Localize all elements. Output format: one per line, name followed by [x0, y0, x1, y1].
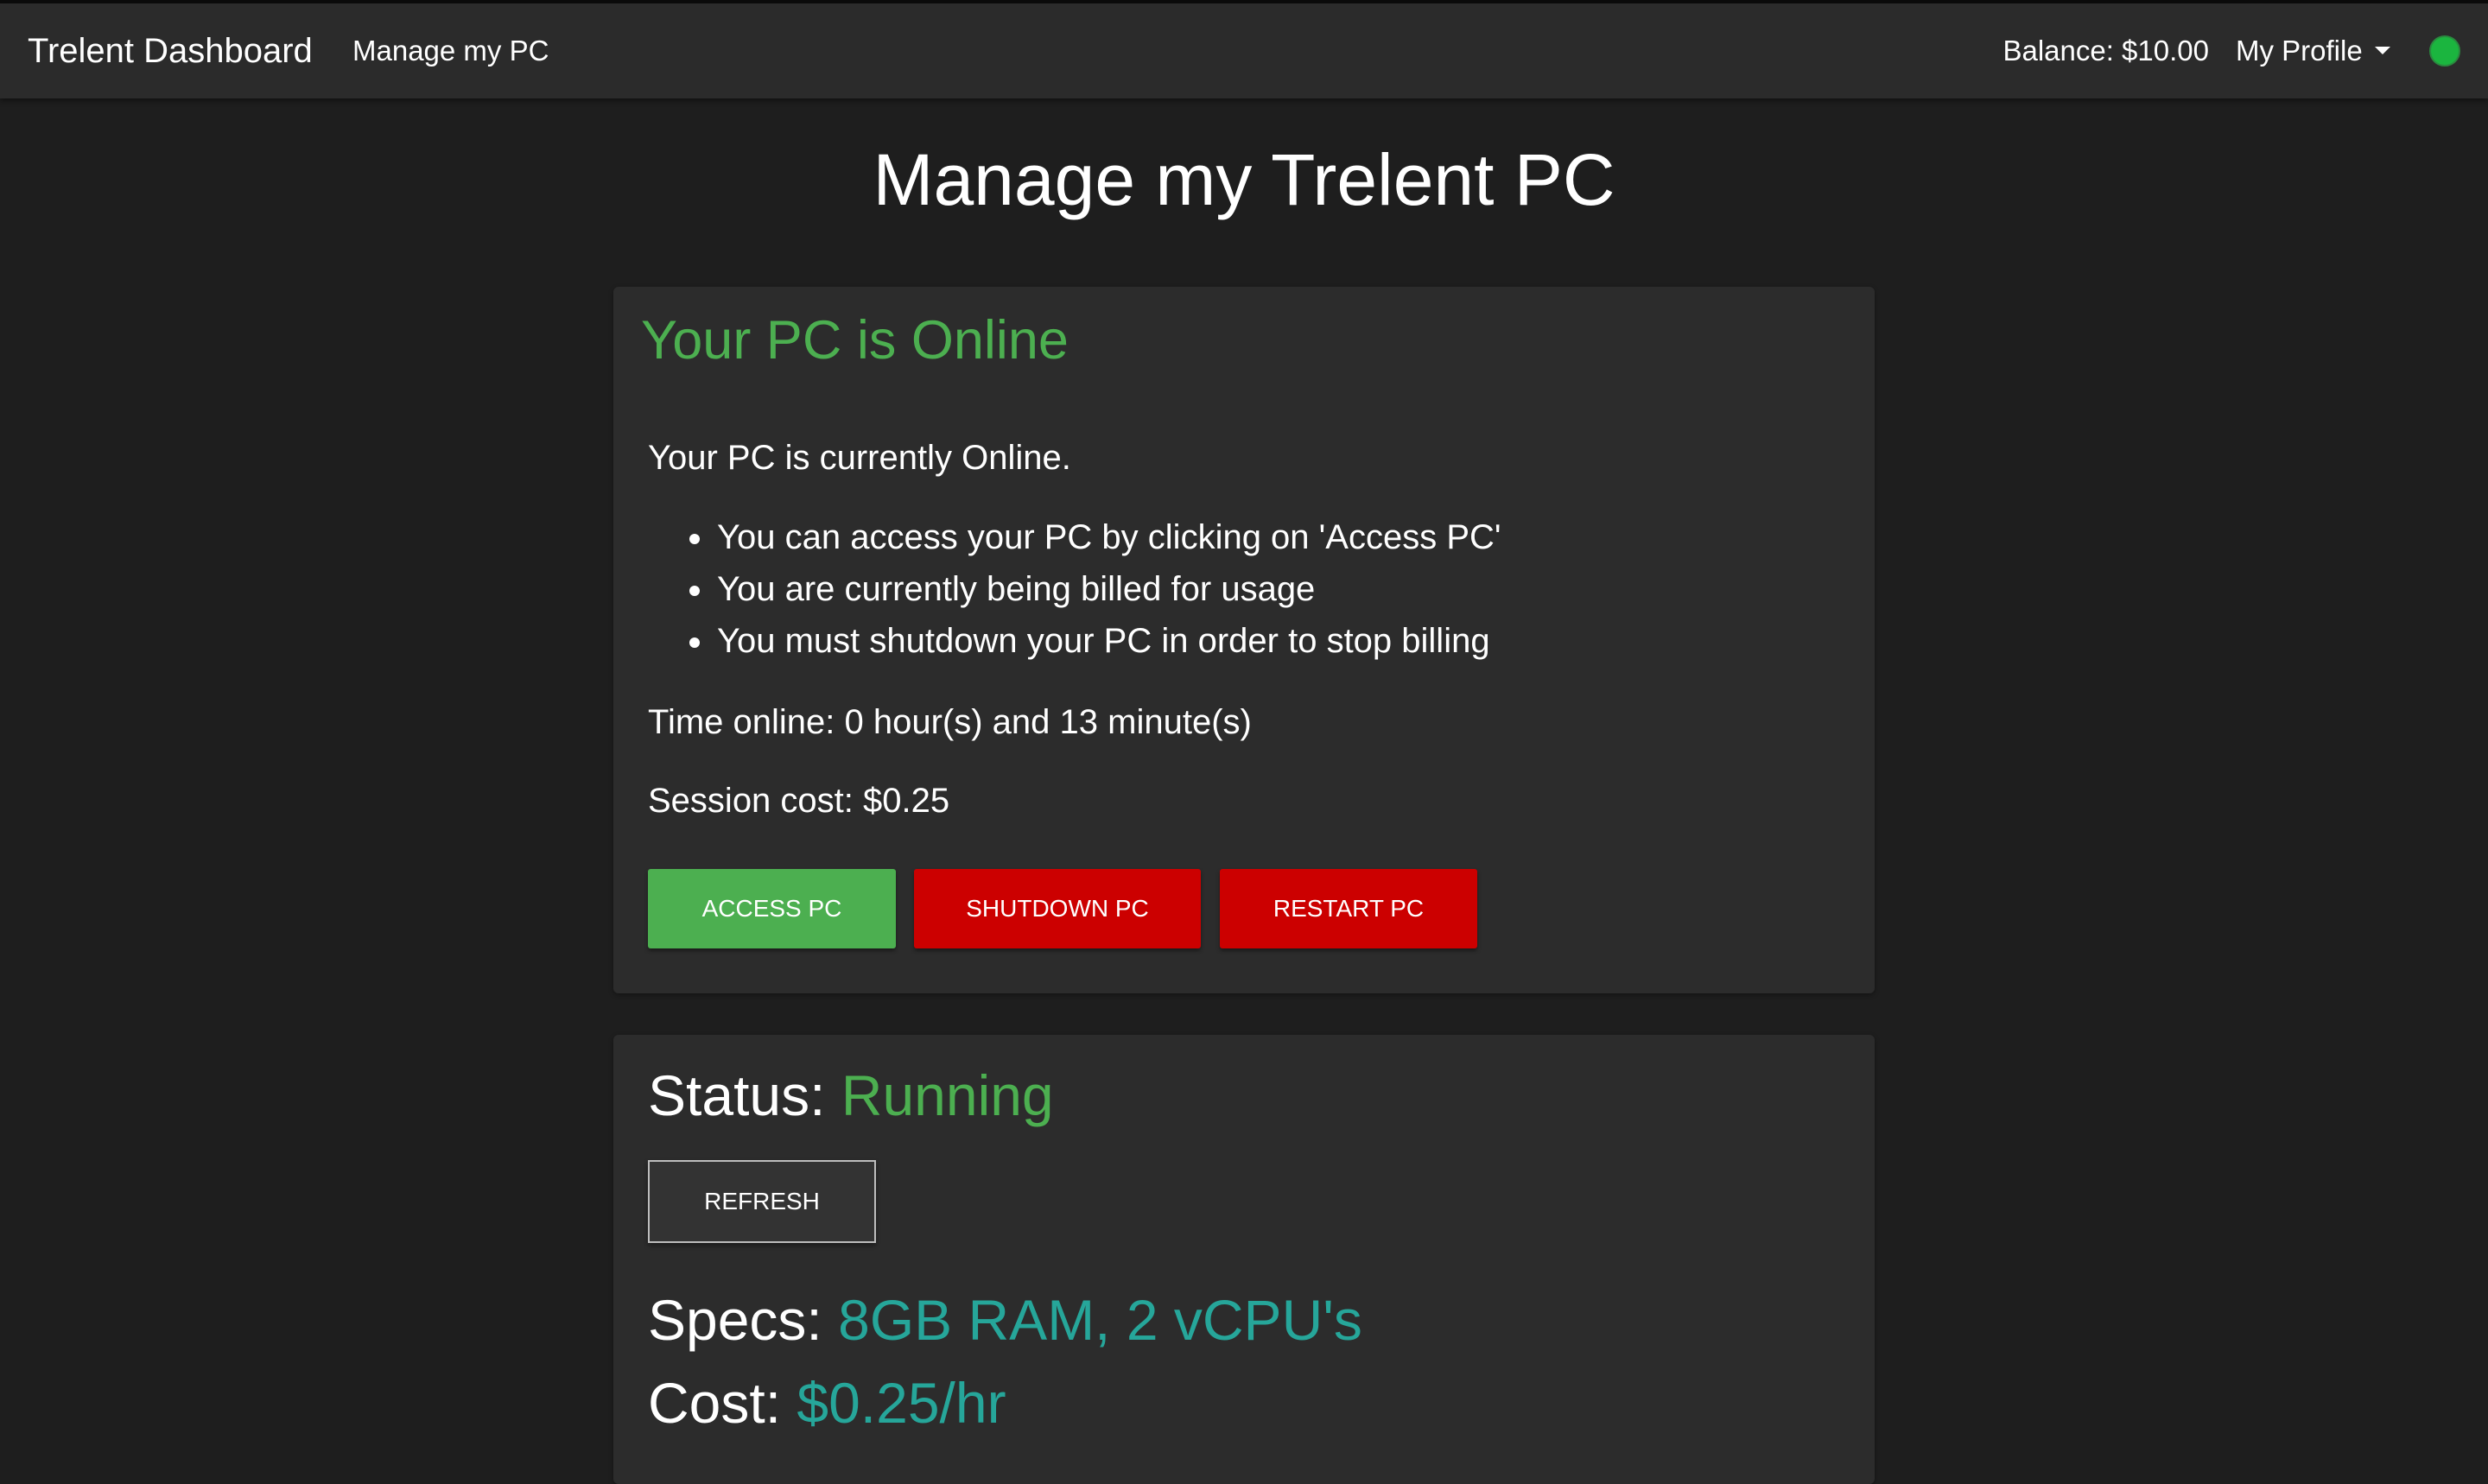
cost-label: Cost: [648, 1371, 797, 1435]
pc-info-list: You can access your PC by clicking on 'A… [648, 511, 1501, 667]
cost-line: Cost: $0.25/hr [648, 1370, 1006, 1436]
access-pc-button[interactable]: ACCESS PC [648, 869, 896, 948]
status-value: Running [841, 1063, 1054, 1127]
list-item: You must shutdown your PC in order to st… [689, 615, 1501, 667]
specs-line: Specs: 8GB RAM, 2 vCPU's [648, 1287, 1362, 1353]
profile-label: My Profile [2236, 35, 2363, 67]
refresh-button[interactable]: REFRESH [648, 1160, 876, 1243]
time-online-text: Time online: 0 hour(s) and 13 minute(s) [648, 703, 1252, 741]
online-status-icon [2429, 35, 2460, 67]
brand-link[interactable]: Trelent Dashboard [28, 3, 313, 98]
list-item: You can access your PC by clicking on 'A… [689, 511, 1501, 563]
chevron-down-icon [2374, 46, 2390, 54]
balance-text: Balance: $10.00 [2002, 35, 2209, 67]
profile-dropdown[interactable]: My Profile [2236, 3, 2390, 98]
page-title: Manage my Trelent PC [873, 139, 1615, 220]
specs-label: Specs: [648, 1288, 839, 1352]
pc-online-heading: Your PC is Online [641, 310, 1069, 371]
pc-status-intro: Your PC is currently Online. [648, 439, 1071, 477]
list-item: You are currently being billed for usage [689, 563, 1501, 615]
session-cost-text: Session cost: $0.25 [648, 782, 950, 820]
status-label: Status: [648, 1063, 841, 1127]
cost-value: $0.25/hr [797, 1371, 1006, 1435]
nav-link-manage-pc[interactable]: Manage my PC [352, 3, 549, 98]
status-line: Status: Running [648, 1062, 1054, 1128]
shutdown-pc-button[interactable]: SHUTDOWN PC [914, 869, 1201, 948]
restart-pc-button[interactable]: RESTART PC [1220, 869, 1477, 948]
specs-value: 8GB RAM, 2 vCPU's [838, 1288, 1362, 1352]
top-navbar: Trelent Dashboard Manage my PC Balance: … [0, 3, 2488, 98]
